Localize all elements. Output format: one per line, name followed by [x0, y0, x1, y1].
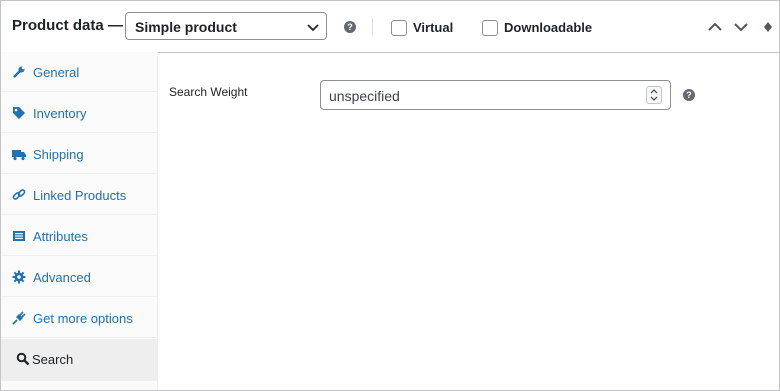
panel-header: Product data — Simple product ? Virtual …: [1, 1, 779, 53]
collapse-icon[interactable]: [763, 21, 773, 33]
panel-title: Product data —: [12, 17, 123, 34]
search-weight-value: unspecified: [329, 88, 400, 104]
tab-linked-products[interactable]: Linked Products: [1, 175, 157, 215]
header-divider: [372, 18, 373, 36]
tab-general[interactable]: General: [1, 52, 157, 92]
tab-search[interactable]: Search: [1, 339, 157, 381]
tag-icon: [13, 107, 25, 119]
tab-inventory[interactable]: Inventory: [1, 93, 157, 133]
number-stepper[interactable]: [646, 86, 662, 104]
product-type-select[interactable]: Simple product: [125, 12, 327, 40]
product-data-tabs: General Inventory Shipping Linked Produc…: [1, 52, 158, 390]
tab-label: General: [33, 65, 80, 80]
virtual-checkbox[interactable]: [391, 20, 407, 36]
link-icon: [12, 189, 26, 200]
product-type-value: Simple product: [135, 19, 237, 35]
tab-shipping[interactable]: Shipping: [1, 134, 157, 174]
tab-label: Attributes: [33, 229, 88, 244]
plugin-icon: [12, 311, 26, 325]
tab-label: Linked Products: [33, 188, 127, 203]
tab-label: Inventory: [33, 106, 87, 121]
tab-label: Advanced: [33, 270, 91, 285]
move-up-icon[interactable]: [707, 20, 723, 34]
truck-icon: [12, 150, 26, 161]
wrench-icon: [13, 66, 25, 78]
search-weight-field[interactable]: unspecified: [320, 80, 671, 110]
tab-label: Shipping: [33, 147, 84, 162]
tab-label: Search: [32, 352, 74, 367]
downloadable-checkbox[interactable]: [482, 20, 498, 36]
virtual-label[interactable]: Virtual: [413, 20, 453, 35]
tab-label: Get more options: [33, 311, 133, 326]
product-data-panel: Product data — Simple product ? Virtual …: [0, 0, 780, 391]
stepper-arrows-icon: [650, 89, 658, 101]
move-down-icon[interactable]: [733, 20, 749, 34]
gear-icon: [12, 270, 26, 284]
tab-get-more-options[interactable]: Get more options: [1, 298, 157, 338]
chevron-down-icon: [307, 24, 319, 32]
search-icon: [16, 352, 30, 366]
help-icon[interactable]: ?: [683, 89, 695, 101]
list-icon: [13, 231, 25, 241]
tab-advanced[interactable]: Advanced: [1, 257, 157, 297]
search-weight-label: Search Weight: [169, 85, 248, 99]
help-icon[interactable]: ?: [344, 21, 356, 33]
downloadable-label[interactable]: Downloadable: [504, 20, 592, 35]
search-panel: Search Weight unspecified ?: [158, 52, 779, 390]
tab-attributes[interactable]: Attributes: [1, 216, 157, 256]
